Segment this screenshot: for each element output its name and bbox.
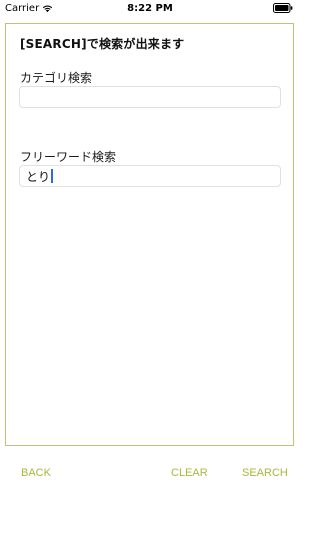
category-search-field[interactable] — [19, 86, 281, 108]
back-button[interactable]: BACK — [21, 467, 51, 479]
clear-button[interactable]: CLEAR — [171, 467, 208, 479]
clock: 8:22 PM — [127, 3, 173, 14]
battery-icon — [273, 3, 293, 13]
status-bar: Carrier 8:22 PM — [0, 0, 300, 16]
panel-title: [SEARCH]で検索が出来ます — [20, 37, 185, 51]
freeword-search-label: フリーワード検索 — [20, 150, 117, 164]
search-panel: [SEARCH]で検索が出来ます カテゴリ検索 フリーワード検索 とり — [5, 23, 294, 446]
category-search-label: カテゴリ検索 — [20, 71, 93, 85]
freeword-search-value: とり — [26, 169, 51, 184]
app-screen: Carrier 8:22 PM [SEARCH]で検索が出来ます カテゴリ検索 … — [0, 0, 300, 533]
text-cursor — [51, 169, 53, 183]
freeword-search-field[interactable]: とり — [19, 165, 281, 187]
search-button[interactable]: SEARCH — [242, 467, 288, 479]
